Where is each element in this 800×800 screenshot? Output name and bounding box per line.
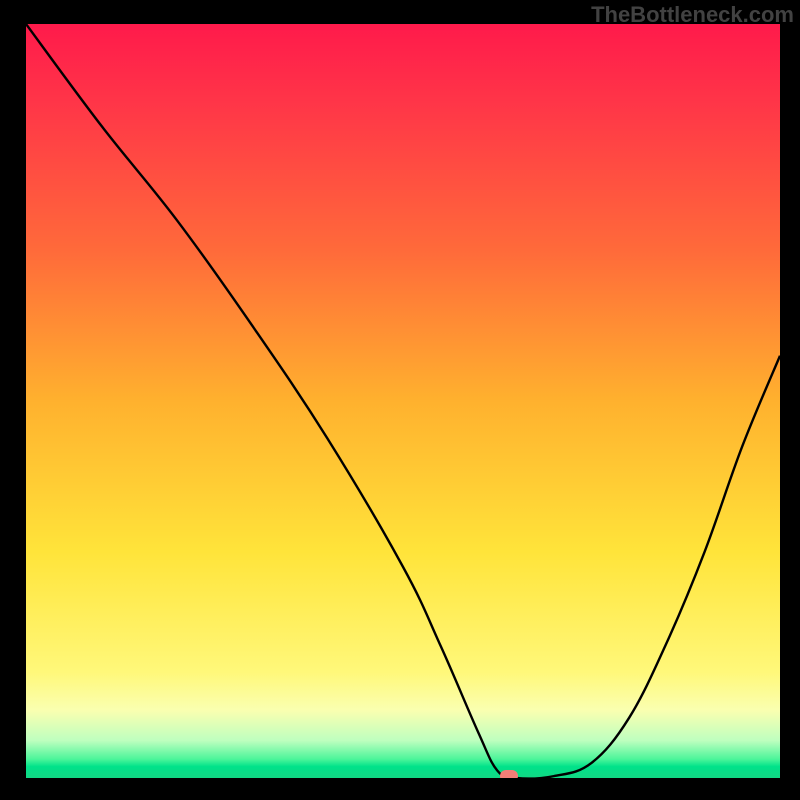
watermark-text: TheBottleneck.com — [591, 2, 794, 28]
line-curve — [26, 24, 780, 778]
optimum-marker — [500, 770, 518, 778]
plot-area — [26, 24, 780, 778]
chart-root: TheBottleneck.com — [0, 0, 800, 800]
